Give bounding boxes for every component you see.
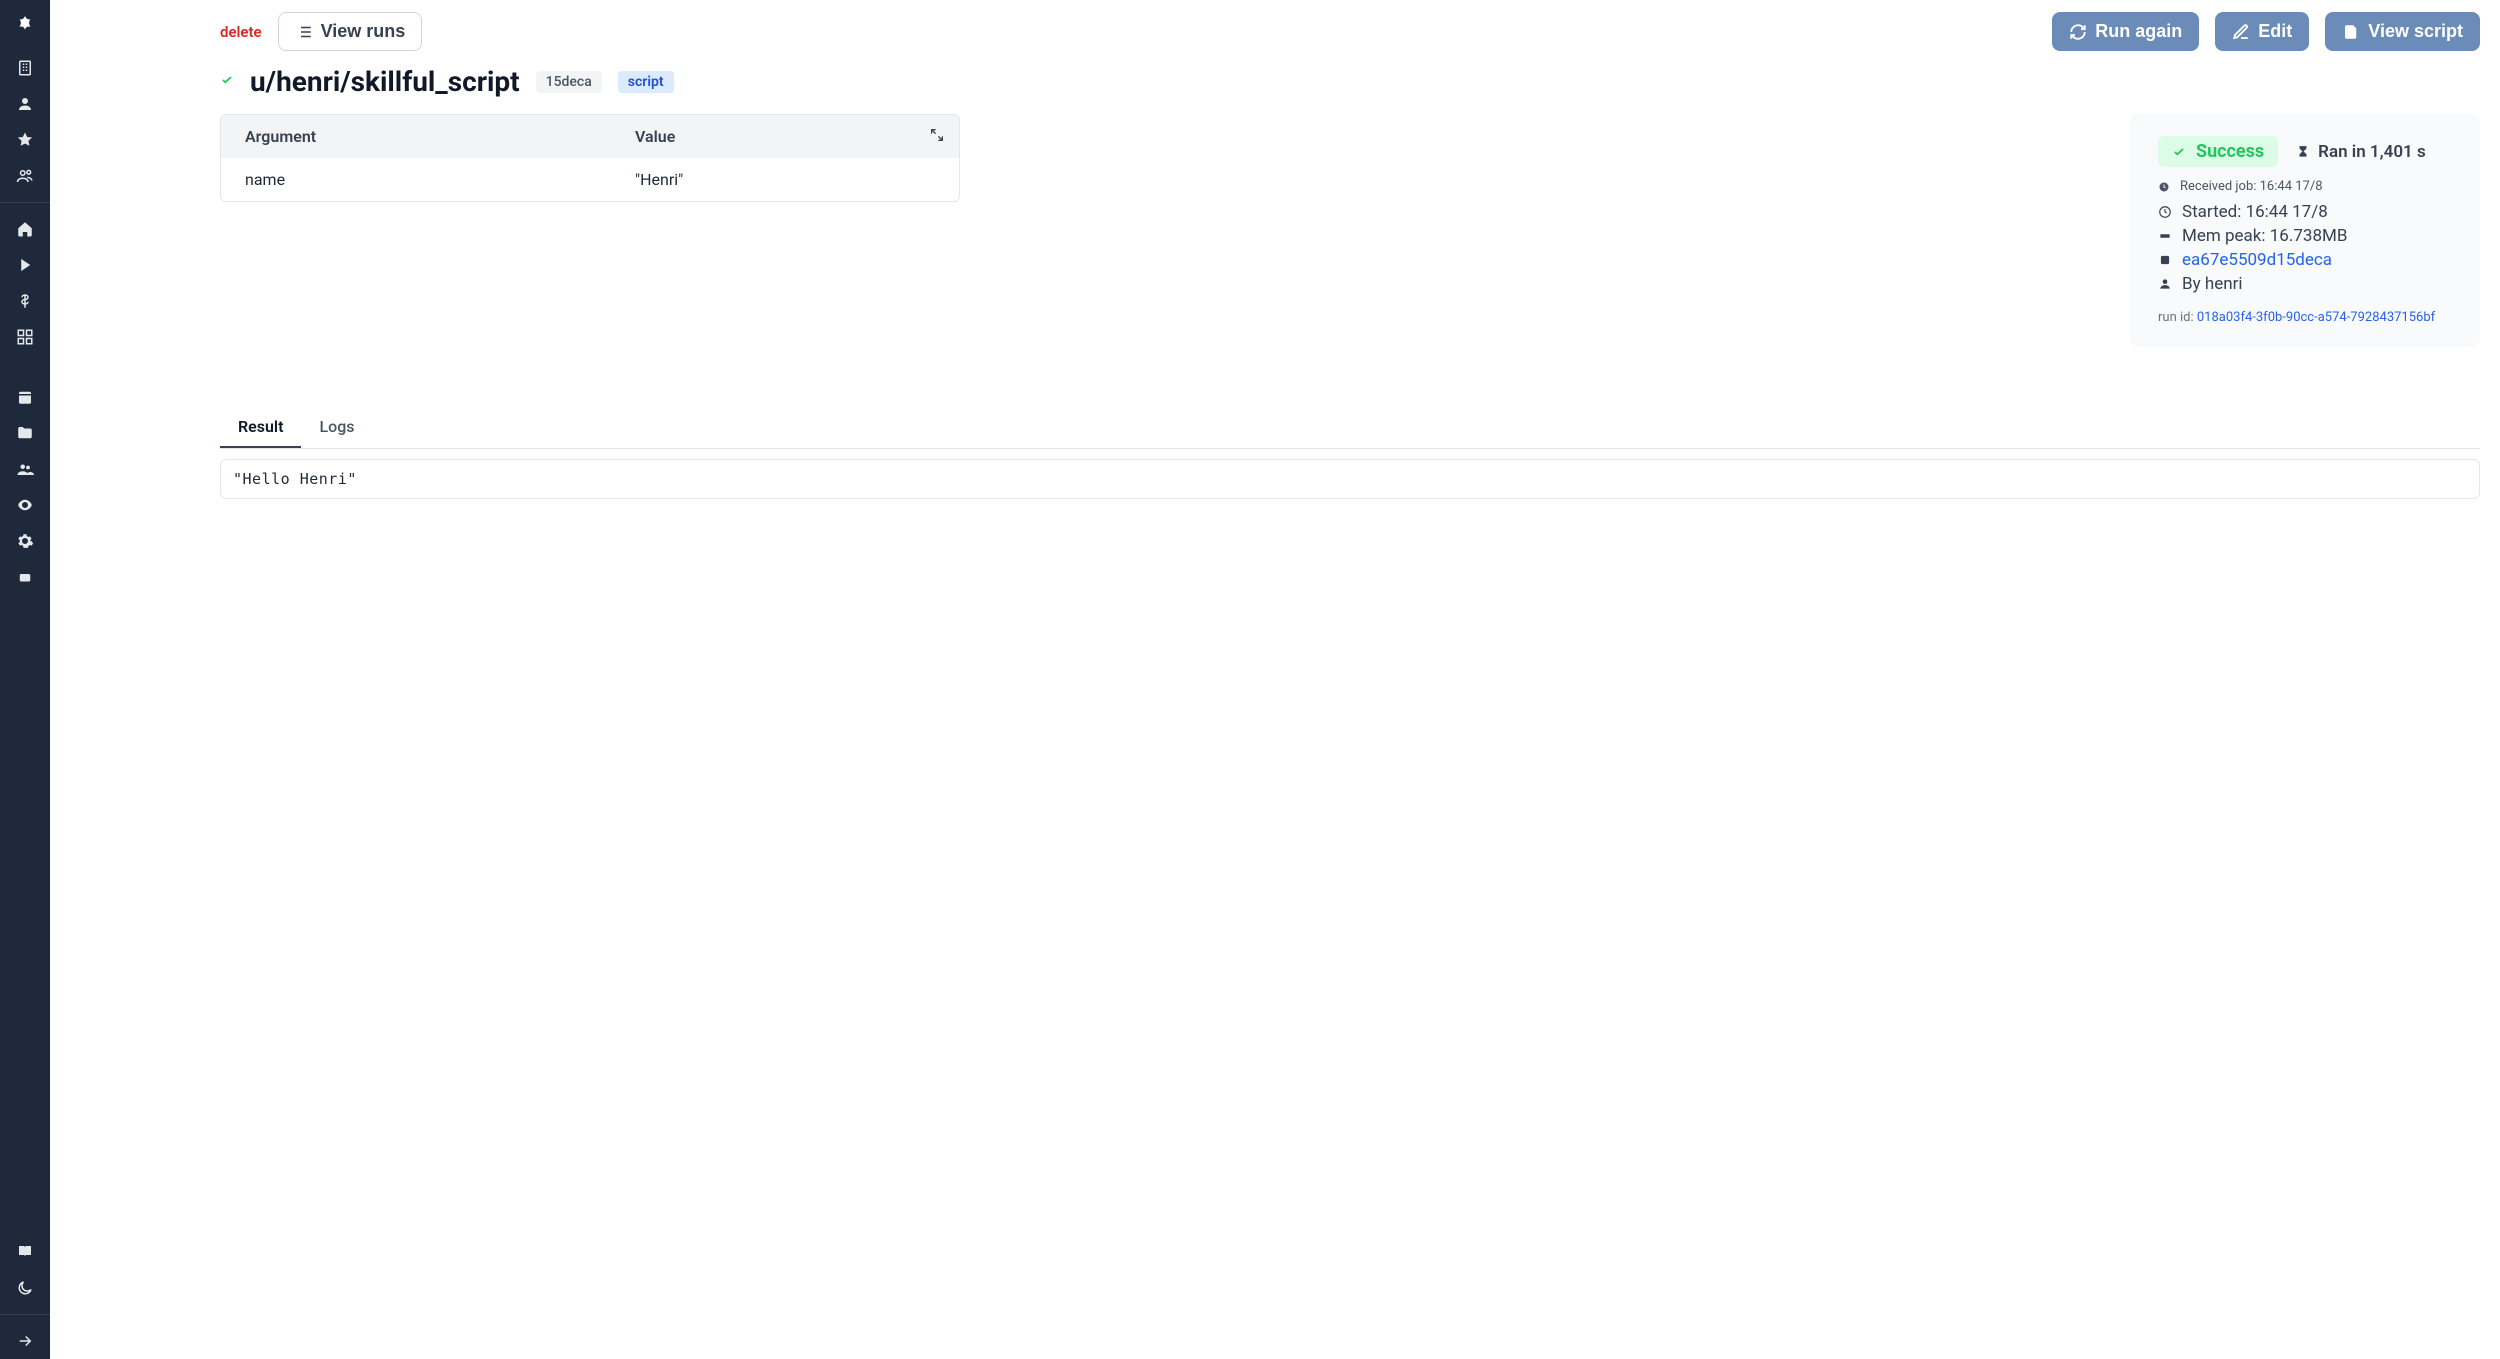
sidebar-calendar-icon[interactable] [0, 379, 50, 415]
expand-icon[interactable] [929, 127, 945, 147]
toolbar: delete View runs Run again Edit View scr… [70, 0, 2480, 65]
sidebar-book-icon[interactable] [0, 1234, 50, 1270]
sidebar-user-icon[interactable] [0, 86, 50, 122]
sidebar-star-icon[interactable] [0, 122, 50, 158]
sidebar-folder-icon[interactable] [0, 415, 50, 451]
sidebar-user-group-icon[interactable] [0, 451, 50, 487]
sidebar-dollar-icon[interactable] [0, 283, 50, 319]
col-value-header: Value [635, 127, 935, 146]
run-again-button[interactable]: Run again [2052, 12, 2199, 51]
sidebar-gear-icon[interactable] [0, 523, 50, 559]
sidebar-play-icon[interactable] [0, 247, 50, 283]
hourglass-icon [2296, 145, 2310, 159]
heading: u/henri/skillful_script 15deca script [70, 65, 2480, 98]
list-icon [295, 23, 313, 41]
tabs: Result Logs [220, 407, 2480, 449]
status-check-icon [220, 72, 234, 91]
table-row: name "Henri" [221, 158, 959, 201]
sidebar-expand-icon[interactable] [0, 1323, 50, 1359]
sidebar [0, 0, 50, 1359]
started-line: Started: 16:44 17/8 [2158, 202, 2452, 222]
edit-label: Edit [2258, 21, 2292, 42]
author-line: By henri [2158, 274, 2452, 294]
pencil-icon [2232, 23, 2250, 41]
sidebar-eye-icon[interactable] [0, 487, 50, 523]
status-badge: Success [2158, 136, 2278, 167]
received-line: Received job: 16:44 17/8 [2158, 179, 2452, 194]
check-icon [2172, 145, 2186, 159]
col-argument-header: Argument [245, 127, 635, 146]
clock-icon [2158, 205, 2172, 219]
hash-icon [2158, 253, 2172, 267]
sidebar-moon-icon[interactable] [0, 1270, 50, 1306]
arg-name: name [245, 170, 635, 189]
app-logo[interactable] [0, 0, 50, 50]
run-details-panel: Success Ran in 1,401 s Received job: 16:… [2130, 114, 2480, 347]
commit-badge: 15deca [536, 71, 602, 93]
result-output: "Hello Henri" [220, 459, 2480, 499]
sidebar-building-icon[interactable] [0, 50, 50, 86]
commit-line: ea67e5509d15deca [2158, 250, 2452, 270]
script-icon [2342, 23, 2360, 41]
run-again-label: Run again [2095, 21, 2182, 42]
run-id: run id: 018a03f4-3f0b-90cc-a574-79284371… [2158, 310, 2452, 325]
arguments-table: Argument Value name "Henri" [220, 114, 960, 202]
edit-button[interactable]: Edit [2215, 12, 2309, 51]
tab-logs[interactable]: Logs [301, 407, 372, 448]
delete-link[interactable]: delete [220, 23, 262, 41]
view-script-label: View script [2368, 21, 2463, 42]
sidebar-boxes-icon[interactable] [0, 319, 50, 355]
person-icon [2158, 277, 2172, 291]
sidebar-robot-icon[interactable] [0, 559, 50, 595]
duration: Ran in 1,401 s [2296, 142, 2426, 162]
refresh-icon [2069, 23, 2087, 41]
view-runs-label: View runs [321, 21, 406, 42]
arg-value: "Henri" [635, 170, 935, 189]
status-text: Success [2196, 141, 2264, 162]
type-badge: script [618, 71, 674, 93]
memory-icon [2158, 229, 2172, 243]
clock-icon [2158, 181, 2170, 193]
view-script-button[interactable]: View script [2325, 12, 2480, 51]
run-id-link[interactable]: 018a03f4-3f0b-90cc-a574-7928437156bf [2197, 310, 2435, 325]
sidebar-users-icon[interactable] [0, 158, 50, 194]
duration-text: Ran in 1,401 s [2318, 142, 2426, 162]
sidebar-home-icon[interactable] [0, 211, 50, 247]
mem-line: Mem peak: 16.738MB [2158, 226, 2452, 246]
script-title: u/henri/skillful_script [250, 65, 520, 98]
tab-result[interactable]: Result [220, 407, 301, 448]
commit-link[interactable]: ea67e5509d15deca [2182, 250, 2332, 270]
view-runs-button[interactable]: View runs [278, 12, 423, 51]
